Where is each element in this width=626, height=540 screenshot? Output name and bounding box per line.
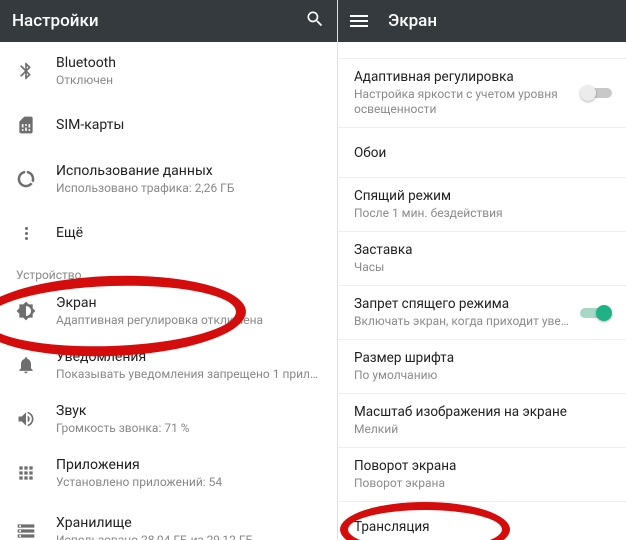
section-device: Устройство [0,260,337,284]
appbar-title: Настройки [12,11,305,31]
item-sub: Мелкий [354,422,612,437]
item-label: Звук [56,403,321,419]
item-label: Использование данных [56,163,321,179]
item-rotation[interactable]: Поворот экрана Поворот экрана [338,448,626,502]
search-icon[interactable] [305,9,325,33]
display-panel: Экран Адаптивная регулировка Настройка я… [338,0,626,540]
item-apps[interactable]: Приложения Установлено приложений: 54 [0,446,337,500]
display-list: Адаптивная регулировка Настройка яркости… [338,42,626,540]
item-label: Поворот экрана [354,458,612,474]
display-icon [16,301,56,321]
item-label: Bluetooth [56,55,321,71]
item-display[interactable]: Экран Адаптивная регулировка отключена [0,284,337,338]
menu-icon[interactable] [350,15,368,27]
item-sub: Показывать уведомления запрещено 1 прило… [56,367,321,381]
item-sub: Настройка яркости с учетом уровня освеще… [354,87,572,117]
item-label: Запрет спящего режима [354,296,572,312]
item-sub: Адаптивная регулировка отключена [56,313,321,327]
bluetooth-icon [16,61,56,81]
item-label: Заставка [354,242,612,258]
item-sim[interactable]: SIM-карты [0,98,337,152]
item-screensaver[interactable]: Заставка Часы [338,232,626,286]
more-icon [16,227,56,240]
settings-panel: Настройки Bluetooth Отключен SIM-карты [0,0,338,540]
item-wallpaper[interactable]: Обои [338,128,626,178]
item-label: Масштаб изображения на экране [354,404,612,420]
appbar-title: Экран [388,11,614,31]
item-sub: Поворот экрана [354,476,612,491]
item-ambient[interactable]: Запрет спящего режима Включать экран, ко… [338,286,626,340]
item-data-usage[interactable]: Использование данных Использовано трафик… [0,152,337,206]
item-sub: По умолчанию [354,368,612,383]
item-sub: После 1 мин. бездействия [354,206,612,221]
item-display-size[interactable]: Масштаб изображения на экране Мелкий [338,394,626,448]
item-sub: Установлено приложений: 54 [56,475,321,489]
item-label: Приложения [56,457,321,473]
sim-icon [16,115,56,135]
item-sub: Громкость звонка: 71 % [56,421,321,435]
notifications-icon [16,355,56,375]
item-label: Размер шрифта [354,350,612,366]
item-brightness-cutoff[interactable] [338,44,626,59]
item-cast[interactable]: Трансляция [338,502,626,540]
data-usage-icon [16,169,56,189]
item-label: Хранилище [56,515,321,531]
appbar-settings: Настройки [0,0,337,42]
item-sound[interactable]: Звук Громкость звонка: 71 % [0,392,337,446]
item-label: Адаптивная регулировка [354,69,572,85]
item-sleep[interactable]: Спящий режим После 1 мин. бездействия [338,178,626,232]
item-adaptive[interactable]: Адаптивная регулировка Настройка яркости… [338,59,626,128]
item-sub: Использовано 28,04 ГБ из 29,12 ГБ [56,533,321,540]
switch-adaptive[interactable] [580,85,612,101]
item-label: SIM-карты [56,117,321,133]
item-notifications[interactable]: Уведомления Показывать уведомления запре… [0,338,337,392]
sound-icon [16,409,56,429]
settings-list: Bluetooth Отключен SIM-карты Использован… [0,42,337,540]
item-sub: Включать экран, когда приходит уведомлен… [354,314,572,329]
item-bluetooth[interactable]: Bluetooth Отключен [0,44,337,98]
item-sub: Часы [354,260,612,275]
appbar-display: Экран [338,0,626,42]
switch-ambient[interactable] [580,305,612,321]
item-storage[interactable]: Хранилище Использовано 28,04 ГБ из 29,12… [0,500,337,540]
item-label: Обои [354,145,612,161]
storage-icon [16,521,56,540]
item-label: Уведомления [56,349,321,365]
item-font-size[interactable]: Размер шрифта По умолчанию [338,340,626,394]
item-label: Спящий режим [354,188,612,204]
item-sub: Отключен [56,73,321,87]
item-label: Трансляция [354,519,612,535]
apps-icon [16,463,56,483]
item-label: Экран [56,295,321,311]
item-sub: Использовано трафика: 2,26 ГБ [56,181,321,195]
item-more[interactable]: Ещё [0,206,337,260]
item-label: Ещё [56,225,321,241]
